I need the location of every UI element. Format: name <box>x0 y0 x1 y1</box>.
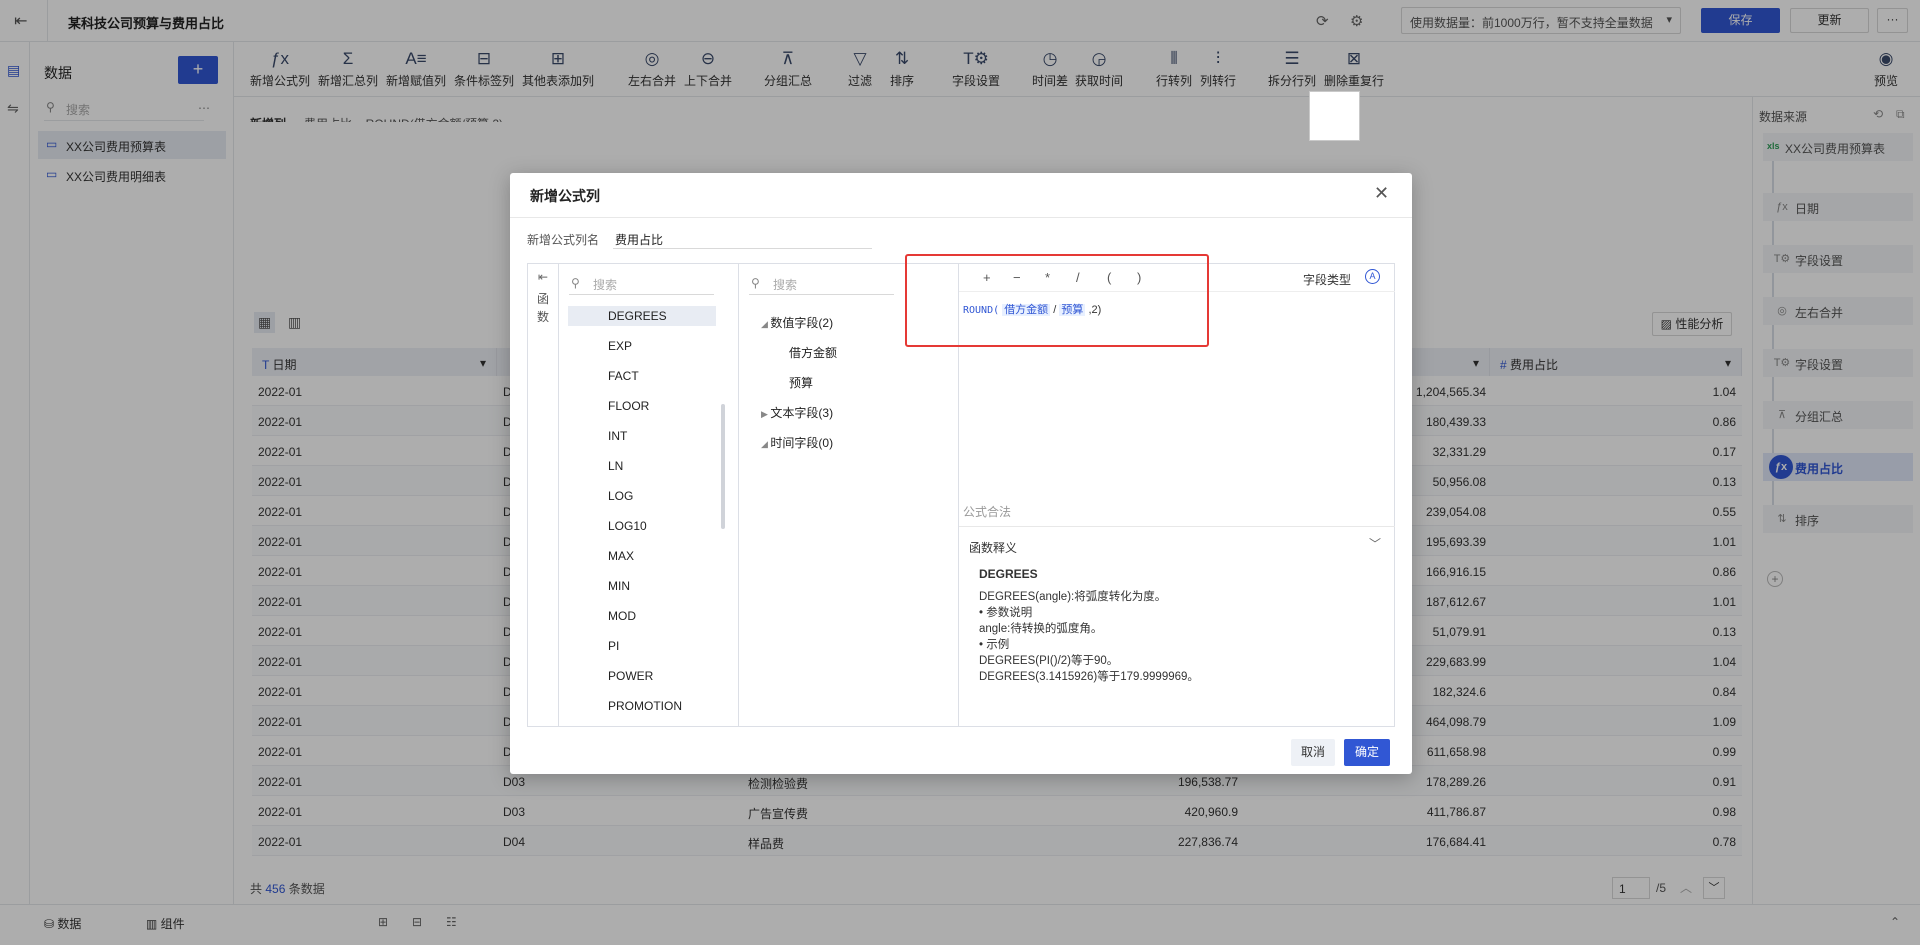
field-item[interactable]: 预算 <box>789 374 813 391</box>
description-line: • 示例 <box>979 639 1010 651</box>
function-item[interactable]: LN <box>568 456 716 476</box>
function-item[interactable]: MAX <box>568 546 716 566</box>
close-icon[interactable]: ✕ <box>1374 183 1389 204</box>
search-icon: ⚲ <box>571 276 580 290</box>
function-item[interactable]: PROMOTION <box>568 696 716 716</box>
caret-down-icon: ◢ <box>761 439 771 449</box>
blank-box <box>1309 91 1360 141</box>
numeric-field-group[interactable]: ◢ 数值字段(2) <box>761 314 833 331</box>
column-name-input[interactable]: 费用占比 <box>613 228 872 249</box>
function-item[interactable]: LOG10 <box>568 516 716 536</box>
function-item[interactable]: LOG <box>568 486 716 506</box>
function-item[interactable]: EXP <box>568 336 716 356</box>
function-item[interactable]: MOD <box>568 606 716 626</box>
divider <box>510 217 1412 218</box>
function-list: ⚲ 搜索 DEGREES EXP FACT FLOOR INT LN LOG LOG10 MAX… <box>559 264 739 726</box>
function-side-tab[interactable]: ⇤ 函数 <box>528 264 559 726</box>
scrollbar[interactable] <box>721 404 725 529</box>
description-line: DEGREES(PI()/2)等于90。 <box>979 655 1119 667</box>
function-item[interactable]: FLOOR <box>568 396 716 416</box>
description-line: angle:待转换的弧度角。 <box>979 623 1103 635</box>
time-field-group[interactable]: ◢ 时间字段(0) <box>761 434 833 451</box>
function-search-input[interactable]: ⚲ 搜索 <box>569 273 714 295</box>
formula-valid-status: 公式合法 <box>963 505 1012 519</box>
description-line: • 参数说明 <box>979 607 1033 619</box>
dialog-title: 新增公式列 <box>530 188 600 204</box>
function-item[interactable]: INT <box>568 426 716 446</box>
search-placeholder: 搜索 <box>593 278 618 292</box>
caret-right-icon: ▶ <box>761 409 771 419</box>
cancel-button[interactable]: 取消 <box>1291 739 1335 766</box>
divider <box>959 526 1395 527</box>
function-item[interactable]: POWER <box>568 666 716 686</box>
function-description-header: 函数释义 <box>969 541 1018 555</box>
chevron-down-icon[interactable]: ﹀ <box>1369 535 1381 552</box>
search-icon: ⚲ <box>751 276 760 290</box>
group-label: 时间字段(0) <box>770 436 834 450</box>
function-item[interactable]: FACT <box>568 366 716 386</box>
function-description-title: DEGREES <box>979 567 1038 581</box>
ok-button[interactable]: 确定 <box>1344 739 1390 766</box>
search-placeholder: 搜索 <box>773 278 798 292</box>
group-label: 文本字段(3) <box>770 406 834 420</box>
field-item[interactable]: 借方金额 <box>789 344 837 361</box>
function-item[interactable]: MIN <box>568 576 716 596</box>
field-search-input[interactable]: ⚲ 搜索 <box>749 273 894 295</box>
function-item[interactable]: DEGREES <box>568 306 716 326</box>
group-label: 数值字段(2) <box>770 316 834 330</box>
function-item[interactable]: PI <box>568 636 716 656</box>
caret-down-icon: ◢ <box>761 319 771 329</box>
side-tab-label: 函数 <box>536 292 549 324</box>
collapse-left-icon[interactable]: ⇤ <box>528 270 558 284</box>
field-type-label: 字段类型 <box>1303 273 1352 287</box>
text-field-group[interactable]: ▶ 文本字段(3) <box>761 404 833 421</box>
field-type-icon[interactable]: A <box>1365 269 1380 284</box>
highlight-box <box>905 254 1209 347</box>
column-name-label: 新增公式列名 <box>527 233 600 247</box>
description-line: DEGREES(3.1415926)等于179.9999969。 <box>979 671 1199 683</box>
description-line: DEGREES(angle):将弧度转化为度。 <box>979 591 1167 603</box>
